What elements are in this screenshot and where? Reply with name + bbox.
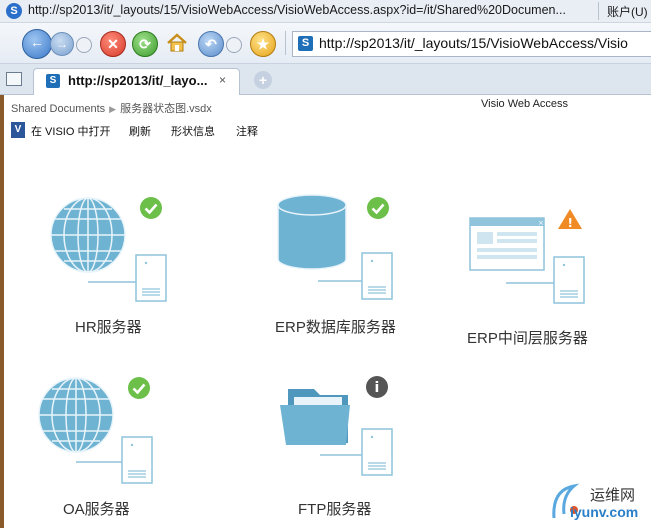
sharepoint-favicon-icon: S xyxy=(46,74,60,88)
comments-button[interactable]: 注释 xyxy=(236,123,258,139)
open-in-visio-button[interactable]: 在 VISIO 中打开 xyxy=(31,123,110,139)
left-edge-strip xyxy=(0,95,4,528)
browser-logo-icon: S xyxy=(6,3,22,19)
tab-active[interactable]: S http://sp2013/it/_layo... × xyxy=(33,68,240,95)
back-arrow-icon: ← xyxy=(30,34,44,50)
server-label: ERP中间层服务器 xyxy=(467,330,588,347)
home-button[interactable] xyxy=(165,31,189,55)
sharepoint-favicon-icon: S xyxy=(298,36,313,51)
back-button[interactable]: ← xyxy=(22,29,52,59)
server-label: OA服务器 xyxy=(63,501,130,518)
stop-button[interactable]: ✕ xyxy=(100,31,126,57)
watermark-bottom-text: iyunv.com xyxy=(570,504,639,520)
breadcrumb: Shared Documents ▶ 服务器状态图.vsdx xyxy=(11,100,212,116)
undo-close-tab-button[interactable]: ↶ xyxy=(198,31,224,57)
tab-close-icon[interactable]: × xyxy=(219,73,226,87)
address-bar[interactable]: S http://sp2013/it/_layouts/15/VisioWebA… xyxy=(292,31,651,57)
tab-label: http://sp2013/it/_layo... xyxy=(68,73,208,88)
status-warning-icon: ! xyxy=(558,209,582,230)
status-ok-icon xyxy=(126,375,152,401)
erp-database-server-shape[interactable] xyxy=(272,193,402,307)
account-menu[interactable]: 账户(U) xyxy=(607,3,648,20)
status-info-icon: i xyxy=(366,376,388,398)
navigation-bar: ← → ✕ ⟳ ↶ ★ S http://sp2013/it/_layouts/… xyxy=(0,23,651,64)
app-label: Visio Web Access xyxy=(481,98,569,110)
favorites-button[interactable]: ★ xyxy=(250,31,276,57)
home-icon xyxy=(167,33,187,52)
undo-icon: ↶ xyxy=(205,36,217,52)
refresh-diagram-button[interactable]: 刷新 xyxy=(129,123,151,139)
window-title: http://sp2013/it/_layouts/15/VisioWebAcc… xyxy=(28,3,566,17)
server-label: HR服务器 xyxy=(75,319,142,336)
title-separator xyxy=(598,2,599,20)
forward-button[interactable]: → xyxy=(50,32,74,56)
hr-server-shape[interactable] xyxy=(48,195,178,307)
history-dropdown-icon[interactable] xyxy=(76,37,92,53)
undo-dropdown-icon[interactable] xyxy=(226,37,242,53)
svg-text:×: × xyxy=(538,219,544,227)
refresh-icon: ⟳ xyxy=(139,36,151,52)
stop-icon: ✕ xyxy=(107,36,119,52)
ftp-server-shape[interactable]: i xyxy=(276,375,406,487)
breadcrumb-library[interactable]: Shared Documents xyxy=(11,103,105,115)
tab-bar: S http://sp2013/it/_layo... × + xyxy=(0,64,651,95)
oa-server-shape[interactable] xyxy=(36,375,166,487)
visio-icon: V xyxy=(11,122,25,138)
svg-text:!: ! xyxy=(568,216,573,230)
star-icon: ★ xyxy=(256,36,270,52)
status-ok-icon xyxy=(138,195,164,221)
shape-info-button[interactable]: 形状信息 xyxy=(171,123,215,139)
watermark-top-text: 运维网 xyxy=(590,487,636,504)
breadcrumb-arrow-icon: ▶ xyxy=(109,104,117,114)
tab-menu-icon[interactable] xyxy=(6,72,22,86)
server-label: ERP数据库服务器 xyxy=(275,319,396,336)
window-title-bar: S http://sp2013/it/_layouts/15/VisioWebA… xyxy=(0,0,651,23)
erp-middle-tier-server-shape[interactable]: × ! xyxy=(468,207,598,307)
address-url[interactable]: http://sp2013/it/_layouts/15/VisioWebAcc… xyxy=(319,35,628,51)
server-label: FTP服务器 xyxy=(298,501,372,518)
watermark-logo: 运维网 iyunv.com xyxy=(548,480,651,528)
status-ok-icon xyxy=(365,195,391,221)
breadcrumb-file: 服务器状态图.vsdx xyxy=(120,103,212,115)
new-tab-button[interactable]: + xyxy=(254,71,272,89)
forward-arrow-icon: → xyxy=(56,37,68,51)
svg-text:i: i xyxy=(375,380,380,396)
toolbar-separator xyxy=(285,31,286,55)
refresh-button[interactable]: ⟳ xyxy=(132,31,158,57)
